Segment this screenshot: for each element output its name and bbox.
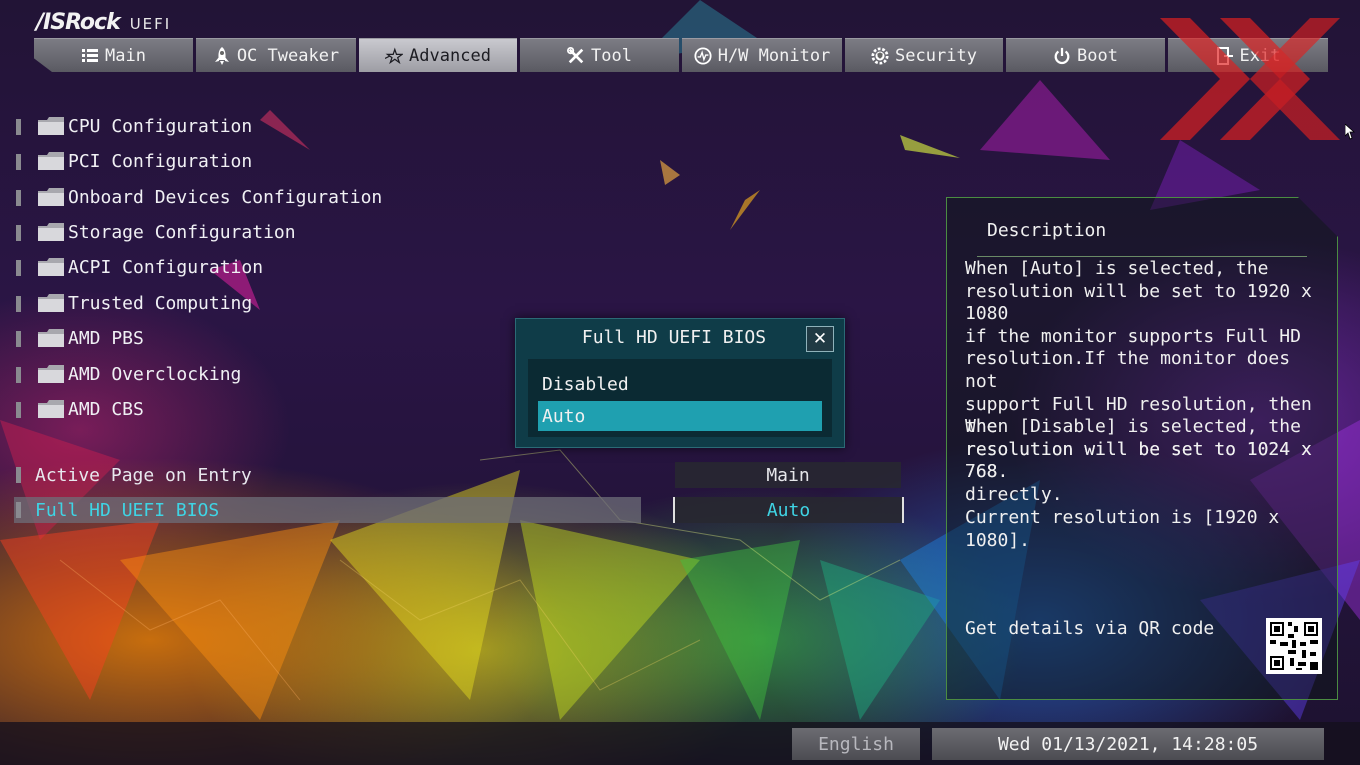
main-tab-bar: Main OC Tweaker Advanced Tool H/W Monito… <box>34 38 1328 72</box>
power-icon <box>1053 47 1071 65</box>
star-icon <box>385 47 404 65</box>
item-marker <box>16 502 21 518</box>
description-current-resolution: Current resolution is [1920 x 1080]. <box>965 507 1280 551</box>
date-time-display: Wed 01/13/2021, 14:28:05 <box>932 728 1324 760</box>
active-page-value[interactable]: Main <box>675 462 901 488</box>
item-marker <box>16 190 21 206</box>
tab-advanced[interactable]: Advanced <box>359 38 517 72</box>
qr-code-icon[interactable] <box>1266 618 1322 674</box>
item-marker <box>16 154 21 170</box>
folder-icon <box>38 329 64 347</box>
submenu-label: ACPI Configuration <box>68 256 264 278</box>
item-marker <box>16 296 21 312</box>
item-marker <box>16 467 21 483</box>
close-icon[interactable]: ✕ <box>806 326 834 352</box>
tab-label: Boot <box>1077 45 1118 66</box>
description-heading: Description <box>987 220 1107 241</box>
option-disabled[interactable]: Disabled <box>538 369 822 399</box>
folder-icon <box>38 223 64 241</box>
uefi-label: UEFI <box>129 15 172 33</box>
tools-icon <box>567 46 585 65</box>
tab-oc-tweaker[interactable]: OC Tweaker <box>196 38 356 72</box>
tab-security[interactable]: Security <box>845 38 1003 72</box>
monitor-icon <box>694 46 712 65</box>
tab-hw-monitor[interactable]: H/W Monitor <box>682 38 842 72</box>
item-marker <box>16 402 21 418</box>
setting-full-hd-uefi-bios[interactable]: Full HD UEFI BIOS <box>14 497 641 523</box>
qr-label: Get details via QR code <box>965 618 1215 639</box>
popup-title: Full HD UEFI BIOS <box>581 327 767 348</box>
folder-icon <box>38 258 64 276</box>
folder-icon <box>38 400 64 418</box>
asrock-logo: /ISRock UEFI <box>36 10 171 35</box>
option-auto[interactable]: Auto <box>538 401 822 431</box>
rocket-icon <box>213 46 231 65</box>
tab-boot[interactable]: Boot <box>1006 38 1165 72</box>
submenu-label: CPU Configuration <box>68 115 253 137</box>
shield-gear-icon <box>871 46 889 65</box>
setting-label: Active Page on Entry <box>35 464 252 486</box>
description-paragraph-disable: When [Disable] is selected, the resoluti… <box>965 416 1312 505</box>
submenu-label: Onboard Devices Configuration <box>68 186 383 208</box>
language-selector[interactable]: English <box>792 728 920 760</box>
item-marker <box>16 367 21 383</box>
mouse-cursor-icon <box>1345 124 1355 140</box>
brand-name: /ISRock <box>36 10 121 35</box>
tab-tool[interactable]: Tool <box>520 38 679 72</box>
item-marker <box>16 225 21 241</box>
tab-label: Security <box>895 45 977 66</box>
folder-icon <box>38 294 64 312</box>
folder-icon <box>38 117 64 135</box>
item-marker <box>16 260 21 276</box>
submenu-label: Storage Configuration <box>68 221 296 243</box>
folder-icon <box>38 365 64 383</box>
submenu-label: AMD CBS <box>68 398 144 420</box>
popup-options-list: Disabled Auto <box>528 359 832 437</box>
tab-label: Advanced <box>409 45 491 66</box>
folder-icon <box>38 188 64 206</box>
tab-label: Tool <box>591 45 632 66</box>
item-marker <box>16 119 21 135</box>
submenu-label: AMD PBS <box>68 327 144 349</box>
submenu-label: Trusted Computing <box>68 292 253 314</box>
tab-main[interactable]: Main <box>34 38 193 72</box>
xx-watermark-logo <box>1160 18 1340 140</box>
tab-label: Main <box>105 45 146 66</box>
tab-label: H/W Monitor <box>717 45 831 66</box>
divider <box>977 256 1307 257</box>
setting-label: Full HD UEFI BIOS <box>35 499 220 521</box>
folder-icon <box>38 152 64 170</box>
full-hd-uefi-bios-value[interactable]: Auto <box>673 497 904 523</box>
submenu-label: AMD Overclocking <box>68 363 242 385</box>
list-icon <box>81 47 99 65</box>
tab-label: OC Tweaker <box>236 45 340 66</box>
item-marker <box>16 331 21 347</box>
submenu-label: PCI Configuration <box>68 150 253 172</box>
description-panel: Description When [Auto] is selected, the… <box>946 197 1338 700</box>
option-popup-dialog: Full HD UEFI BIOS ✕ Disabled Auto <box>515 318 845 448</box>
